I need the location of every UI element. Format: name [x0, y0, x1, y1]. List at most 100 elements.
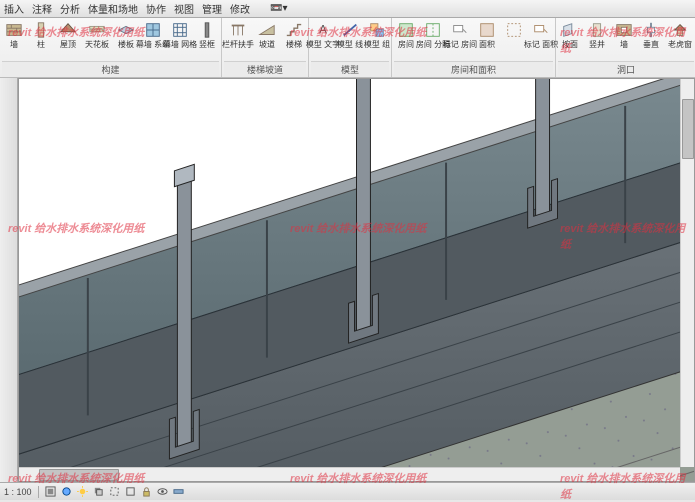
column-icon — [31, 20, 51, 40]
tool-label: 垂直 — [643, 41, 659, 49]
tool-label: 柱 — [37, 41, 45, 49]
crop-view-icon[interactable] — [109, 486, 121, 498]
tool-wall-open[interactable]: 墙 — [612, 20, 636, 49]
tool-area-bound[interactable] — [502, 20, 526, 41]
tool-label: 坡道 — [259, 41, 275, 49]
panel-build: 墙 柱 屋顶 天花板 楼板 幕墙 系统 幕墙 网格 竖框 构建 — [0, 18, 222, 77]
curtain-grid-icon — [170, 20, 190, 40]
tool-label: 模型 文字 — [306, 41, 340, 49]
tool-label: 老虎窗 — [668, 41, 692, 49]
shadows-icon[interactable] — [93, 486, 105, 498]
tool-label: 栏杆扶手 — [222, 41, 254, 49]
sun-path-icon[interactable] — [77, 486, 89, 498]
menu-item[interactable]: 视图 — [174, 1, 194, 16]
menu-item[interactable]: 插入 — [4, 1, 24, 16]
tool-label: 房间 — [398, 41, 414, 49]
tool-vertical[interactable]: 垂直 — [639, 20, 663, 49]
tool-label: 标记 面积 — [524, 41, 558, 49]
tool-floor[interactable]: 楼板 — [114, 20, 138, 49]
tool-curtain-sys[interactable]: 幕墙 系统 — [141, 20, 165, 49]
menu-item[interactable]: 分析 — [60, 1, 80, 16]
visual-style-icon[interactable] — [61, 486, 73, 498]
tool-railing[interactable]: 栏杆扶手 — [224, 20, 252, 49]
status-bar: 1 : 100 — [0, 482, 695, 500]
temp-hide-icon[interactable] — [157, 486, 169, 498]
menu-item[interactable]: 协作 — [146, 1, 166, 16]
panel-model: A模型 文字 模型 线 模型 组 模型 — [309, 18, 392, 77]
tool-by-face[interactable]: 按面 — [558, 20, 582, 49]
menu-item[interactable]: 注释 — [32, 1, 52, 16]
horizontal-scrollbar[interactable] — [19, 467, 680, 481]
tool-tag-room[interactable]: 标记 房间 — [448, 20, 472, 49]
tool-label: 屋顶 — [60, 41, 76, 49]
scrollbar-thumb[interactable] — [682, 99, 694, 159]
model-text-icon: A — [313, 20, 333, 40]
dormer-icon — [670, 20, 690, 40]
tool-label: 楼梯 — [286, 41, 302, 49]
tag-area-icon — [531, 20, 551, 40]
curtain-sys-icon — [143, 20, 163, 40]
model-group-icon — [367, 20, 387, 40]
3d-view[interactable] — [18, 78, 695, 482]
tool-stair[interactable]: 楼梯 — [282, 20, 306, 49]
room-icon — [396, 20, 416, 40]
room-sep-icon — [423, 20, 443, 40]
scrollbar-thumb[interactable] — [39, 469, 119, 481]
area-icon — [477, 20, 497, 40]
tool-wall[interactable]: 墙 — [2, 20, 26, 49]
by-face-icon — [560, 20, 580, 40]
panel-title: 楼梯坡道 — [224, 61, 306, 77]
properties-panel[interactable] — [0, 78, 18, 482]
roof-icon — [58, 20, 78, 40]
menu-item[interactable]: 修改 — [230, 1, 250, 16]
tool-label: 幕墙 网格 — [163, 41, 197, 49]
lock-icon[interactable] — [141, 486, 153, 498]
panel-circ: 栏杆扶手 坡道 楼梯 楼梯坡道 — [222, 18, 309, 77]
svg-text:A: A — [319, 24, 327, 37]
panel-title: 模型 — [311, 61, 389, 77]
tool-column[interactable]: 柱 — [29, 20, 53, 49]
crop-visible-icon[interactable] — [125, 486, 137, 498]
tool-label: 面积 — [479, 41, 495, 49]
tool-ceiling[interactable]: 天花板 — [83, 20, 111, 49]
tool-mullion[interactable]: 竖框 — [195, 20, 219, 49]
tool-ramp[interactable]: 坡道 — [255, 20, 279, 49]
tool-label: 竖框 — [199, 41, 215, 49]
panel-title: 洞口 — [558, 61, 694, 77]
model-line-icon — [340, 20, 360, 40]
panel-title: 房间和面积 — [394, 61, 553, 77]
ramp-icon — [257, 20, 277, 40]
tool-dormer[interactable]: 老虎窗 — [666, 20, 694, 49]
stair-icon — [284, 20, 304, 40]
tool-room[interactable]: 房间 — [394, 20, 418, 49]
tool-curtain-grid[interactable]: 幕墙 网格 — [168, 20, 192, 49]
tool-label: 楼板 — [118, 41, 134, 49]
tool-room-sep[interactable]: 房间 分隔 — [421, 20, 445, 49]
tool-model-line[interactable]: 模型 线 — [338, 20, 362, 49]
ceiling-icon — [87, 20, 107, 40]
vertical-scrollbar[interactable] — [680, 79, 694, 467]
tool-label: 标记 房间 — [443, 41, 477, 49]
tool-label: 按面 — [562, 41, 578, 49]
detail-level-icon[interactable] — [45, 486, 57, 498]
tool-model-group[interactable]: 模型 组 — [365, 20, 389, 49]
panel-title: 构建 — [2, 61, 219, 77]
menu-item[interactable]: 体量和场地 — [88, 1, 138, 16]
tool-label: 竖井 — [589, 41, 605, 49]
tool-label: 模型 组 — [364, 41, 390, 49]
shaft-icon — [587, 20, 607, 40]
reveal-icon[interactable] — [173, 486, 185, 498]
tool-label: 墙 — [10, 41, 18, 49]
tool-roof[interactable]: 屋顶 — [56, 20, 80, 49]
ribbon: 墙 柱 屋顶 天花板 楼板 幕墙 系统 幕墙 网格 竖框 构建 栏杆扶手 坡道 … — [0, 18, 695, 78]
tool-tag-area[interactable]: 标记 面积 — [529, 20, 553, 49]
menu-bar: 插入 注释 分析 体量和场地 协作 视图 管理 修改 📼▾ — [0, 0, 695, 18]
menu-item[interactable]: 管理 — [202, 1, 222, 16]
area-bound-icon — [504, 20, 524, 40]
tool-model-text[interactable]: A模型 文字 — [311, 20, 335, 49]
workspace — [0, 78, 695, 482]
scale-label[interactable]: 1 : 100 — [4, 487, 32, 497]
tool-area[interactable]: 面积 — [475, 20, 499, 49]
tool-shaft[interactable]: 竖井 — [585, 20, 609, 49]
tag-room-icon — [450, 20, 470, 40]
